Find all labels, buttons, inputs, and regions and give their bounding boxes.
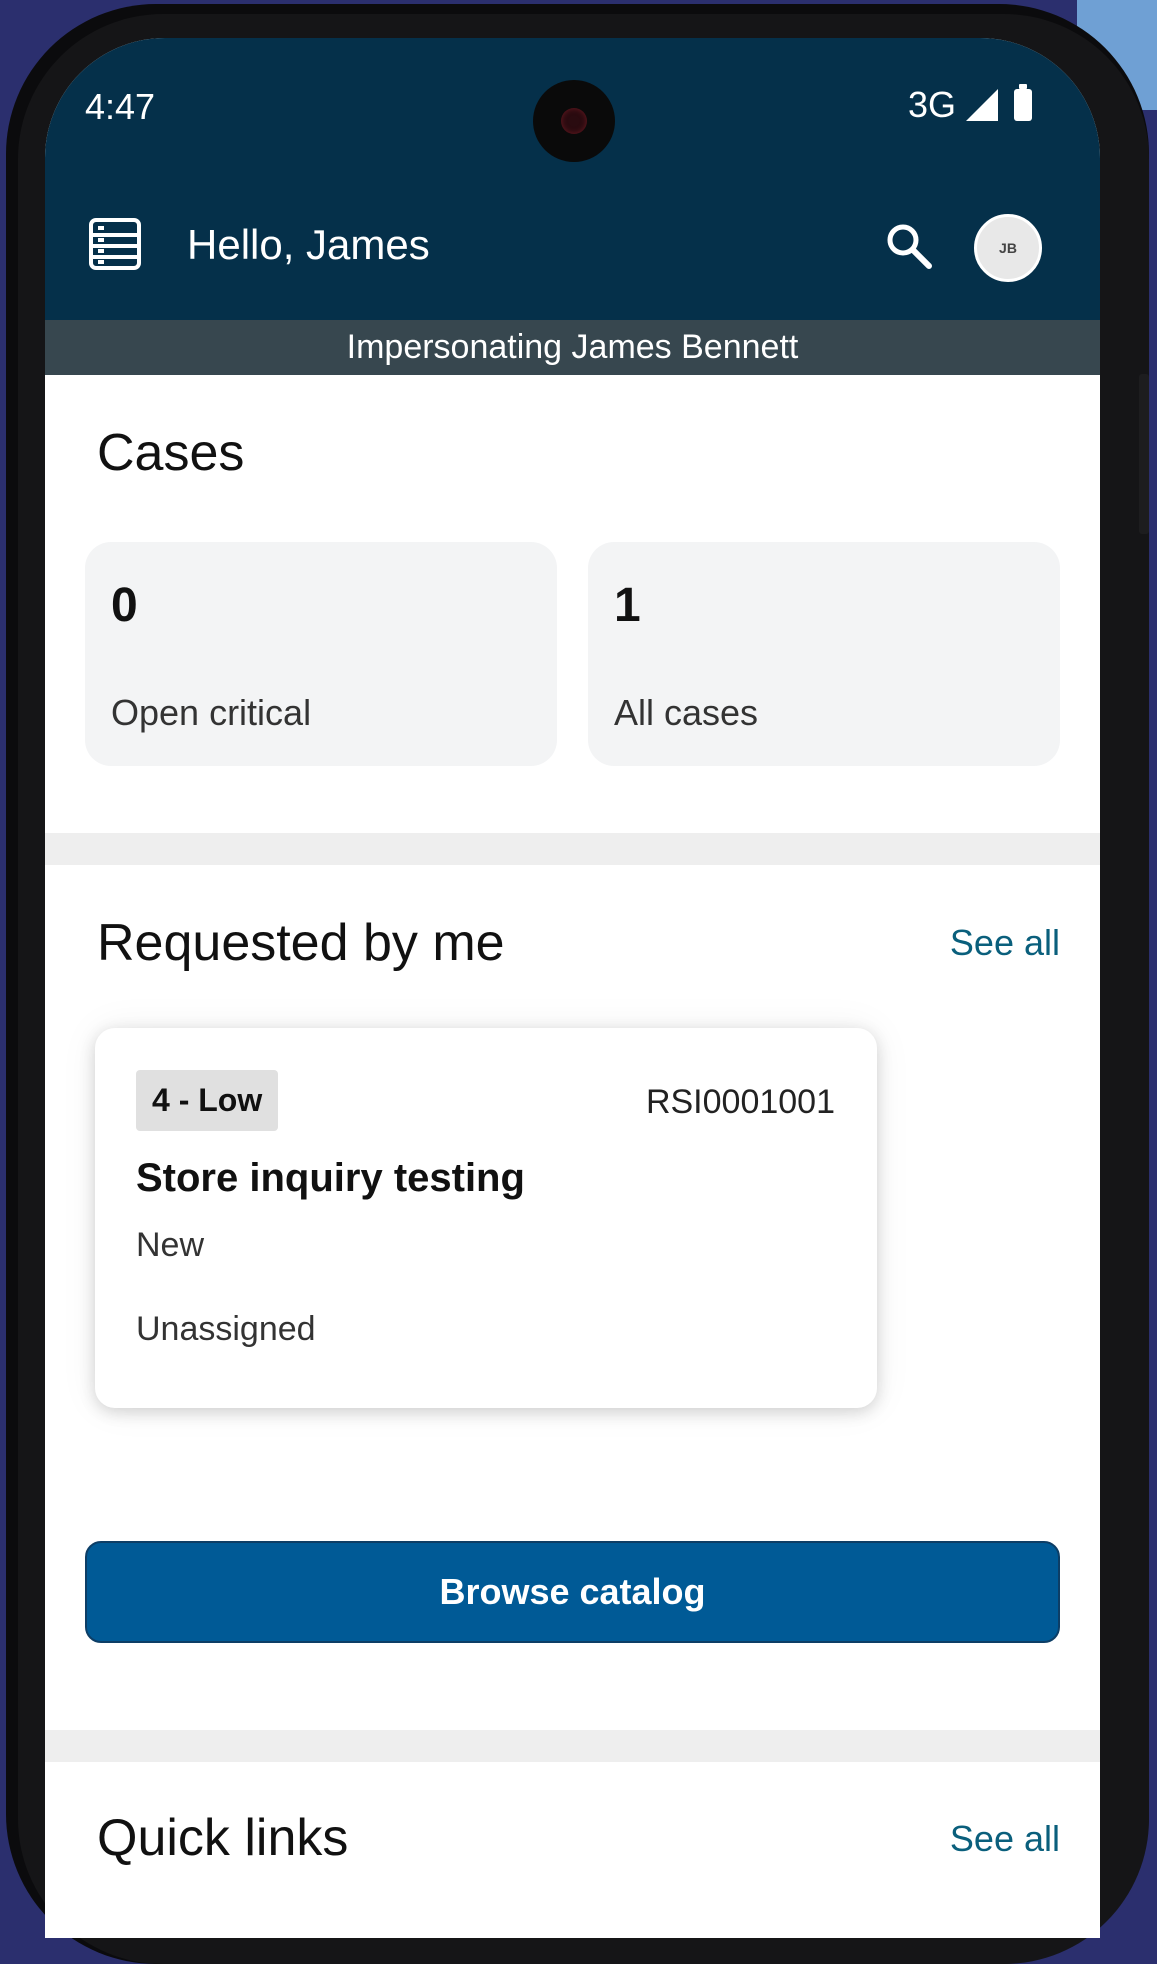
app-screen: 4:47 3G Hello, James JB Impersonating Ja… [45, 38, 1100, 1938]
case-assignee: Unassigned [136, 1310, 316, 1348]
stat-value: 0 [111, 579, 138, 632]
quick-links-title: Quick links [97, 1809, 349, 1867]
greeting-title: Hello, James [187, 221, 430, 268]
stat-card-all-cases[interactable]: 1 All cases [588, 542, 1060, 766]
avatar[interactable]: JB [974, 214, 1042, 282]
section-divider [45, 833, 1100, 865]
case-card[interactable]: 4 - Low RSI0001001 Store inquiry testing… [95, 1028, 877, 1408]
battery-icon [1014, 84, 1032, 121]
section-divider [45, 1730, 1100, 1762]
network-type: 3G [907, 84, 956, 125]
see-all-quick-links-link[interactable]: See all [950, 1818, 1060, 1860]
priority-badge: 4 - Low [136, 1070, 279, 1131]
stat-label: Open critical [111, 692, 312, 733]
cases-title: Cases [97, 424, 245, 482]
signal-icon [966, 89, 998, 121]
menu-icon[interactable] [89, 218, 141, 270]
case-state: New [136, 1226, 205, 1264]
stat-value: 1 [614, 579, 641, 632]
requested-title: Requested by me [97, 914, 505, 972]
stat-label: All cases [614, 692, 759, 733]
front-camera [533, 80, 615, 162]
side-button [1139, 374, 1149, 534]
stat-card-open-critical[interactable]: 0 Open critical [85, 542, 557, 766]
search-icon[interactable] [883, 220, 935, 272]
impersonation-banner: Impersonating James Bennett [45, 320, 1100, 375]
case-number: RSI0001001 [645, 1083, 835, 1121]
see-all-requested-link[interactable]: See all [950, 922, 1060, 964]
browse-catalog-button[interactable]: Browse catalog [85, 1541, 1060, 1643]
status-time: 4:47 [85, 86, 156, 127]
case-title: Store inquiry testing [136, 1156, 525, 1200]
app-header: 4:47 3G Hello, James JB [45, 38, 1100, 320]
status-indicators: 3G [908, 84, 1032, 126]
